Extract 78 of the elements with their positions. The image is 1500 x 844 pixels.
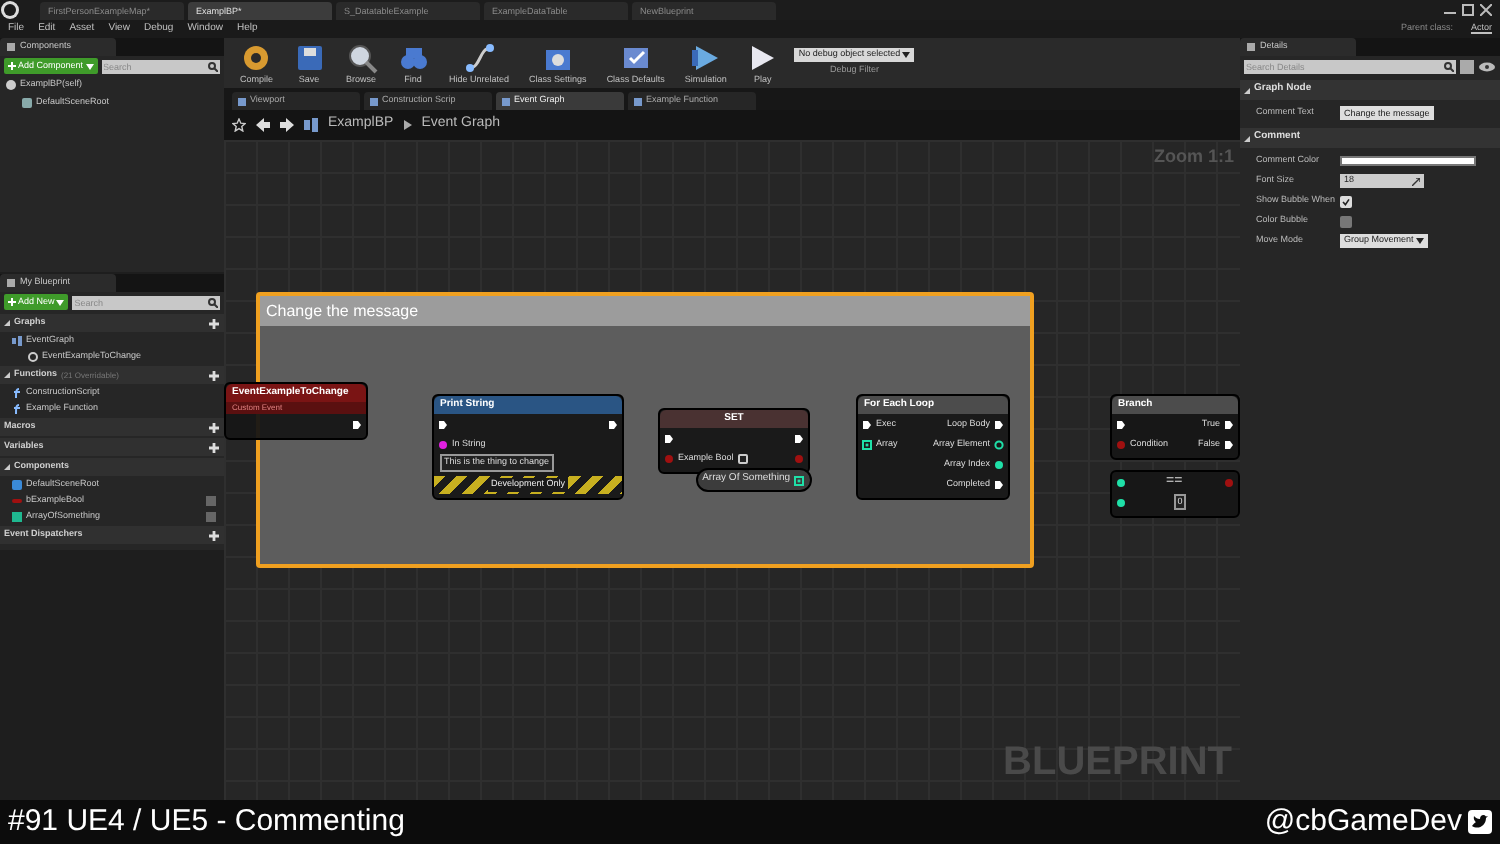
add-icon [208, 369, 220, 381]
pin-icon [664, 453, 674, 463]
author-handle: @cbGameDev [1264, 801, 1462, 842]
pin-icon [1116, 439, 1126, 449]
expand-icon [4, 372, 10, 378]
resize-arrows-icon [1412, 177, 1420, 185]
actor-icon [6, 80, 16, 90]
function-icon [12, 387, 22, 397]
search-icon [1444, 62, 1454, 72]
pin-icon [794, 453, 804, 463]
forward-arrow-icon [280, 118, 294, 132]
exec-pin-icon [794, 433, 804, 443]
exec-pin-icon [1224, 419, 1234, 429]
component-icon [12, 479, 22, 489]
caret-icon [1415, 238, 1424, 244]
plus-icon [8, 298, 16, 306]
star-icon [232, 118, 246, 132]
simulation-icon [689, 41, 722, 73]
pin-icon [994, 459, 1004, 469]
event-icon [28, 351, 38, 361]
checkbox[interactable] [1340, 215, 1352, 227]
panel-icon [6, 42, 16, 52]
maximize-icon [1462, 4, 1474, 16]
chevron-icon [403, 120, 412, 130]
pin-icon [438, 439, 448, 449]
array-pin-icon [862, 439, 872, 449]
exec-pin-icon [608, 419, 618, 429]
magnifier-icon [345, 41, 378, 73]
add-icon [208, 421, 220, 433]
exec-pin-icon [862, 419, 872, 429]
component-icon [22, 98, 32, 108]
exec-pin-icon [438, 419, 448, 429]
tab-icon [634, 97, 642, 105]
caret-icon [85, 63, 94, 69]
exec-pin-icon [994, 479, 1004, 489]
pin-icon [1224, 477, 1234, 487]
expand-icon [4, 464, 10, 470]
checkmark-icon [1342, 197, 1350, 205]
graph-icon [304, 118, 318, 132]
exec-pin-icon [664, 433, 674, 443]
expand-icon [1244, 135, 1250, 141]
add-icon [208, 317, 220, 329]
exec-pin-icon [1116, 419, 1126, 429]
pin-icon [1116, 477, 1126, 487]
caret-icon [902, 52, 911, 59]
graph-canvas[interactable] [224, 140, 1240, 800]
comment-title: Change the message [260, 296, 1030, 326]
video-caption: #91 UE4 / UE5 - Commenting [8, 801, 405, 842]
pin-icon [1116, 497, 1126, 507]
array-pin-icon [794, 475, 804, 485]
graph-icon [12, 335, 22, 345]
expand-icon [1244, 87, 1250, 93]
exec-pin-icon [1224, 439, 1234, 449]
checkbox[interactable] [1340, 195, 1352, 207]
search-icon [208, 297, 218, 307]
expand-icon [4, 320, 10, 326]
plus-icon [8, 62, 16, 70]
exec-pin-icon [352, 419, 362, 429]
bird-icon [1468, 810, 1492, 834]
grid-view-icon [1460, 60, 1474, 74]
exec-pin-icon [994, 419, 1004, 429]
details-icon [1246, 42, 1256, 52]
array-icon [12, 511, 22, 521]
add-icon [208, 441, 220, 453]
close-icon [1480, 4, 1492, 16]
pin-icon [994, 439, 1004, 449]
eye-icon [1478, 62, 1496, 72]
panel-icon [6, 278, 16, 288]
tab-icon [238, 97, 246, 105]
search-icon [208, 61, 218, 71]
back-arrow-icon [256, 118, 270, 132]
add-icon [208, 529, 220, 541]
function-icon [12, 403, 22, 413]
nodes-icon [463, 41, 496, 73]
color-swatch[interactable] [1340, 156, 1476, 166]
tab-icon [370, 97, 378, 105]
caret-icon [56, 299, 65, 305]
tab-icon [502, 97, 510, 105]
